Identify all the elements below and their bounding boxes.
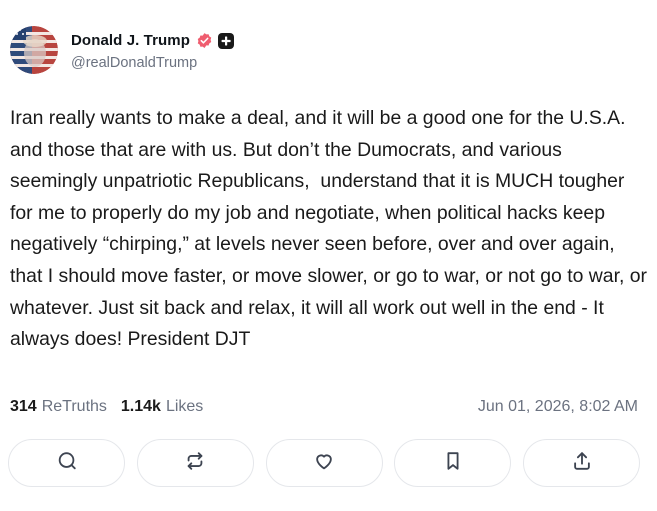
author-handle[interactable]: @realDonaldTrump [71, 55, 234, 71]
share-icon [571, 450, 593, 477]
post-card: Donald J. Trump @realDonaldTrump Iran re… [0, 0, 657, 511]
retruths-count[interactable]: 314 [10, 398, 37, 416]
post-timestamp[interactable]: Jun 01, 2026, 8:02 AM [478, 398, 638, 416]
name-row: Donald J. Trump [71, 30, 235, 52]
share-button[interactable] [523, 439, 640, 487]
post-text: Iran really wants to make a deal, and it… [10, 107, 653, 351]
retruth-button[interactable] [136, 439, 254, 487]
retruths-label[interactable]: ReTruths [42, 398, 107, 416]
likes-count[interactable]: 1.14k [121, 398, 161, 416]
post-header: Donald J. Trump @realDonaldTrump [10, 26, 235, 74]
likes-label[interactable]: Likes [166, 398, 203, 416]
author-identity: Donald J. Trump @realDonaldTrump [71, 30, 235, 71]
bookmark-icon [442, 450, 464, 477]
comment-icon [56, 450, 78, 477]
bookmark-button[interactable] [394, 439, 512, 487]
heart-icon [313, 450, 335, 477]
verified-badge-icon [196, 32, 213, 49]
repost-icon [184, 450, 206, 477]
reply-button[interactable] [8, 439, 125, 487]
like-button[interactable] [265, 439, 383, 487]
avatar[interactable] [10, 26, 58, 74]
action-bar [8, 439, 640, 487]
display-name[interactable]: Donald J. Trump [71, 32, 190, 49]
plus-badge-icon [218, 32, 235, 49]
post-stats: 314 ReTruths 1.14k Likes [10, 398, 203, 416]
